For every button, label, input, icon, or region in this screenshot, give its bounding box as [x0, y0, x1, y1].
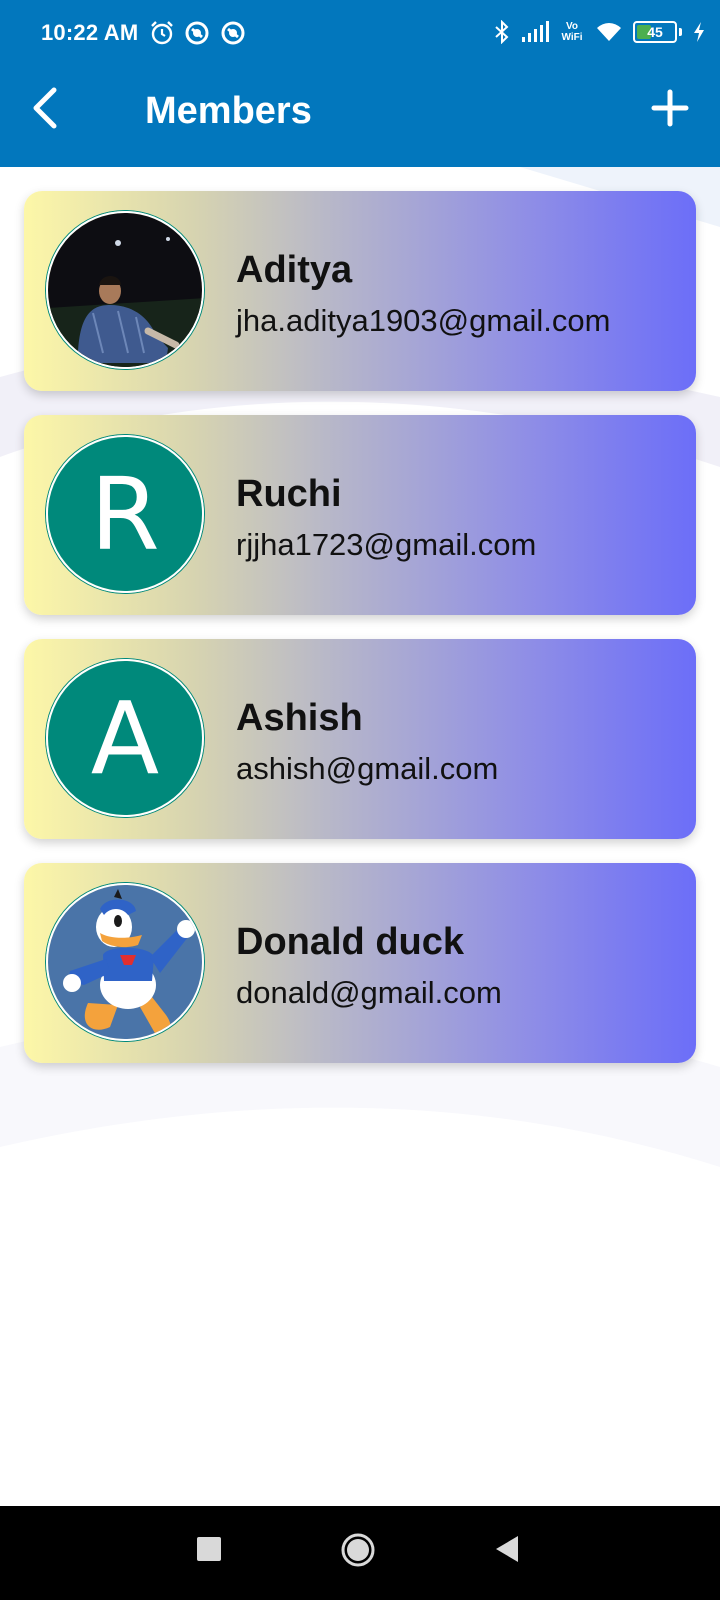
- status-bar: 10:22 AM Vo WiFi 45: [0, 0, 720, 70]
- member-name: Aditya: [236, 249, 353, 291]
- avatar-letter: A: [48, 661, 202, 815]
- add-member-button[interactable]: [644, 82, 696, 134]
- data-saver-icon: [185, 21, 209, 45]
- toolbar: Members: [0, 70, 720, 167]
- signal-icon: [522, 21, 549, 42]
- member-name: Ruchi: [236, 473, 342, 515]
- charging-icon: [694, 22, 704, 42]
- battery-cap: [679, 28, 682, 36]
- member-name: Donald duck: [236, 921, 465, 963]
- recents-button[interactable]: [196, 1536, 222, 1567]
- alarm-icon: [151, 21, 173, 45]
- battery-level: 45: [647, 24, 663, 40]
- member-card[interactable]: Donald duck donald@gmail.com: [24, 863, 696, 1063]
- member-name: Ashish: [236, 697, 363, 739]
- back-arrow-icon: [33, 87, 57, 129]
- bluetooth-icon: [495, 20, 509, 44]
- member-email: rjjha1723@gmail.com: [236, 527, 537, 562]
- member-avatar-letter: R: [46, 435, 204, 593]
- battery-icon: 45: [633, 21, 677, 43]
- vowifi-bottom: WiFi: [561, 32, 583, 43]
- vowifi-top: Vo: [565, 21, 579, 32]
- status-time: 10:22 AM: [41, 20, 139, 45]
- wifi-icon: [597, 23, 621, 41]
- member-card[interactable]: R Ruchi rjjha1723@gmail.com: [24, 415, 696, 615]
- app-bar: 10:22 AM Vo WiFi 45 Members: [0, 0, 720, 167]
- member-avatar-letter: A: [46, 659, 204, 817]
- member-email: donald@gmail.com: [236, 975, 502, 1010]
- back-button[interactable]: [24, 84, 72, 132]
- member-email: jha.aditya1903@gmail.com: [236, 303, 611, 338]
- system-nav-bar: [0, 1506, 720, 1600]
- member-email: ashish@gmail.com: [236, 751, 499, 786]
- home-icon: [341, 1533, 375, 1567]
- member-avatar-photo: [46, 883, 204, 1041]
- member-card[interactable]: A Ashish ashish@gmail.com: [24, 639, 696, 839]
- recents-icon: [197, 1537, 221, 1561]
- back-icon: [496, 1536, 518, 1562]
- member-avatar-photo: [46, 211, 204, 369]
- data-saver-icon: [221, 21, 245, 45]
- vowifi-icon: Vo WiFi: [559, 21, 585, 43]
- avatar-letter: R: [48, 437, 202, 591]
- system-back-button[interactable]: [494, 1534, 520, 1569]
- page-title: Members: [145, 90, 312, 132]
- home-button[interactable]: [340, 1532, 376, 1573]
- member-card[interactable]: Aditya jha.aditya1903@gmail.com: [24, 191, 696, 391]
- plus-icon: [651, 89, 689, 127]
